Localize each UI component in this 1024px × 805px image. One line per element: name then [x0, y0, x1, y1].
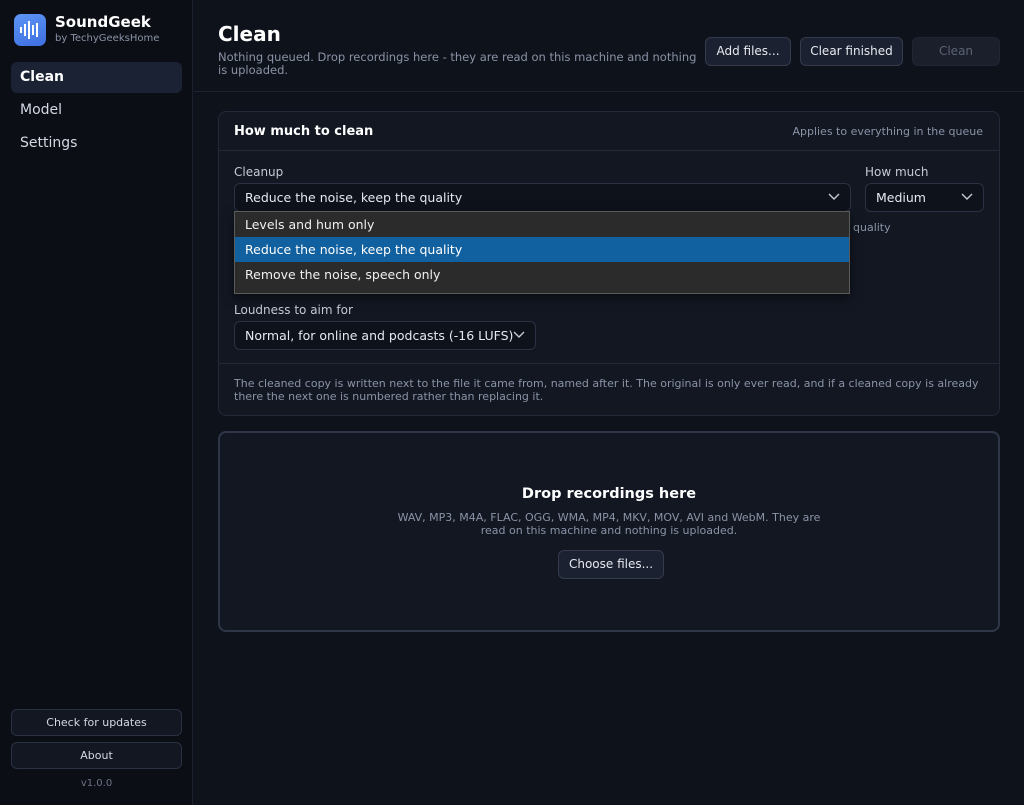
brand: SoundGeek by TechyGeeksHome — [14, 14, 159, 46]
dropdown-option-levels[interactable]: Levels and hum only — [235, 212, 849, 237]
app-window: SoundGeek by TechyGeeksHome Clean Model … — [0, 0, 1024, 805]
sidebar-nav: Clean Model Settings — [11, 62, 182, 161]
card-title: How much to clean — [234, 124, 374, 139]
sidebar-item-model[interactable]: Model — [11, 95, 182, 126]
clear-finished-button[interactable]: Clear finished — [800, 37, 903, 66]
cleanup-select[interactable]: Reduce the noise, keep the quality — [234, 183, 851, 212]
choose-files-button[interactable]: Choose files... — [558, 550, 664, 579]
cleanup-label: Cleanup — [234, 165, 284, 179]
drop-zone-title: Drop recordings here — [521, 486, 697, 502]
chevron-down-icon — [513, 331, 525, 338]
cleanup-select-value: Reduce the noise, keep the quality — [245, 190, 463, 205]
chevron-down-icon — [961, 193, 973, 200]
version-label: v1.0.0 — [80, 778, 113, 789]
drop-zone-subtitle: WAV, MP3, M4A, FLAC, OGG, WMA, MP4, MKV,… — [397, 511, 821, 537]
page-title: Clean — [218, 22, 281, 46]
card-note: Applies to everything in the queue — [792, 125, 983, 138]
card-footer-note: The cleaned copy is written next to the … — [219, 363, 999, 403]
loudness-select[interactable]: Normal, for online and podcasts (-16 LUF… — [234, 321, 536, 350]
dropdown-option-remove-noise[interactable]: Remove the noise, speech only — [235, 262, 849, 287]
drop-zone[interactable]: Drop recordings here WAV, MP3, M4A, FLAC… — [218, 431, 1000, 632]
app-name: SoundGeek — [55, 13, 151, 31]
loudness-label: Loudness to aim for — [234, 303, 353, 317]
dropdown-option-reduce-noise[interactable]: Reduce the noise, keep the quality — [235, 237, 849, 262]
sidebar: SoundGeek by TechyGeeksHome Clean Model … — [0, 0, 193, 805]
check-updates-button[interactable]: Check for updates — [11, 709, 182, 736]
page-header: Clean Nothing queued. Drop recordings he… — [194, 0, 1024, 92]
add-files-button[interactable]: Add files... — [705, 37, 791, 66]
clean-button[interactable]: Clean — [912, 37, 1000, 66]
soundwave-logo-icon — [14, 14, 46, 46]
page-subtitle: Nothing queued. Drop recordings here - t… — [218, 50, 697, 77]
sidebar-item-settings[interactable]: Settings — [11, 128, 182, 159]
loudness-select-value: Normal, for online and podcasts (-16 LUF… — [245, 328, 514, 343]
how-much-label: How much — [865, 165, 929, 179]
how-much-select-value: Medium — [876, 190, 926, 205]
sidebar-item-clean[interactable]: Clean — [11, 62, 182, 93]
chevron-down-icon — [828, 193, 840, 200]
cleanup-dropdown-list: Levels and hum only Reduce the noise, ke… — [234, 211, 850, 294]
about-button[interactable]: About — [11, 742, 182, 769]
cleanup-hint-fragment: quality — [853, 221, 891, 234]
app-byline: by TechyGeeksHome — [55, 33, 160, 44]
how-much-select[interactable]: Medium — [865, 183, 984, 212]
